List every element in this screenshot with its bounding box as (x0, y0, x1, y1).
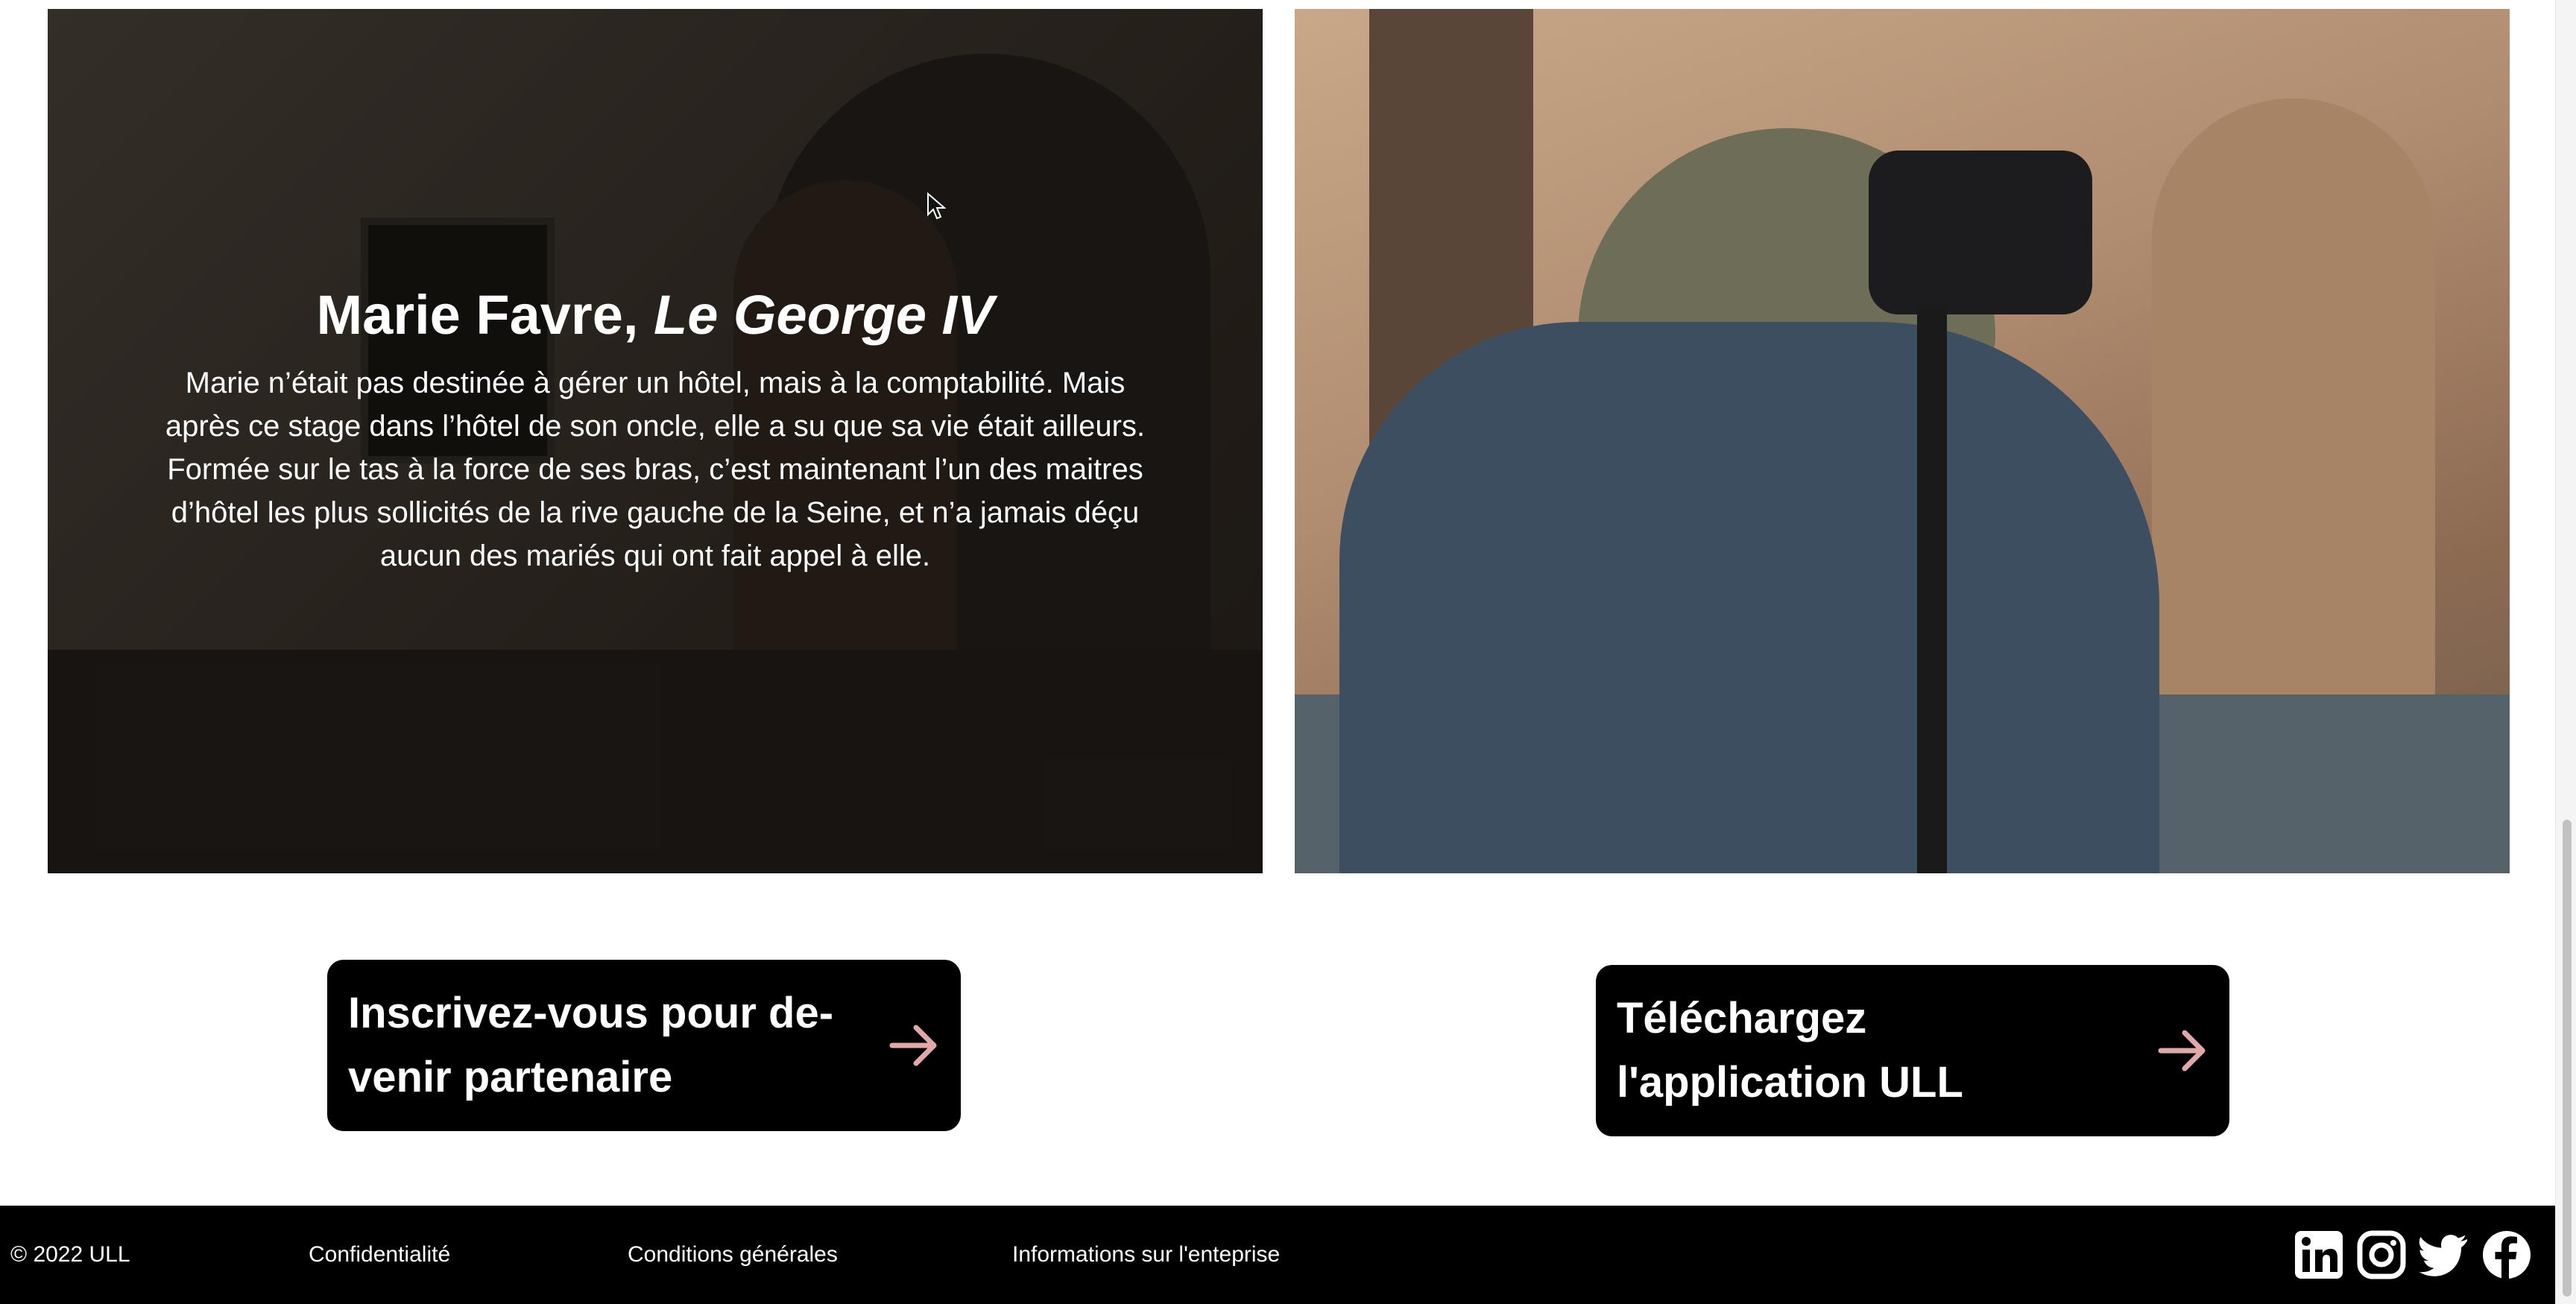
testimonial-title: Marie Favre, Le George IV (160, 285, 1151, 345)
testimonial-venue: Le George IV (654, 284, 994, 346)
tripod-decoration (1917, 307, 1947, 873)
arrow-right-icon (889, 1025, 937, 1066)
footer-link-privacy[interactable]: Confidentialité (309, 1242, 450, 1267)
arch-decoration (2152, 98, 2435, 769)
instagram-icon[interactable] (2355, 1229, 2408, 1281)
arrow-right-icon (2158, 1030, 2206, 1072)
testimonial-text: Marie n’était pas destinée à gérer un hô… (165, 367, 1146, 573)
download-app-label: Téléchargez l'application ULL (1617, 994, 1963, 1107)
facebook-icon[interactable] (2481, 1229, 2533, 1281)
site-footer: © 2022 ULL Confidentialité Conditions gé… (0, 1206, 2555, 1304)
scrollbar-thumb[interactable] (2563, 820, 2572, 1297)
footer-link-terms[interactable]: Conditions générales (628, 1242, 838, 1267)
become-partner-label: Inscrivez-vous pour de­venir partenaire (348, 989, 834, 1101)
social-links (2293, 1229, 2533, 1281)
vertical-scrollbar[interactable] (2555, 0, 2576, 1304)
camera-decoration (1869, 151, 2092, 314)
testimonial-name: Marie Favre, (316, 284, 639, 346)
footer-link-company-info[interactable]: Informations sur l'enteprise (1012, 1242, 1280, 1267)
twitter-icon[interactable] (2418, 1229, 2470, 1281)
testimonial-caption: Marie Favre, Le George IV Marie n’était … (160, 285, 1151, 577)
testimonial-photo-marie: Marie Favre, Le George IV Marie n’était … (48, 9, 1263, 873)
linkedin-icon[interactable] (2293, 1229, 2345, 1281)
person-shirt-decoration (1339, 322, 2159, 873)
download-app-button[interactable]: Téléchargez l'application ULL (1596, 965, 2229, 1136)
mouse-cursor-icon (927, 192, 946, 220)
photographer-photo (1295, 9, 2510, 873)
copyright-text: © 2022 ULL (10, 1242, 130, 1267)
become-partner-button[interactable]: Inscrivez-vous pour de­venir partenaire (327, 960, 961, 1131)
